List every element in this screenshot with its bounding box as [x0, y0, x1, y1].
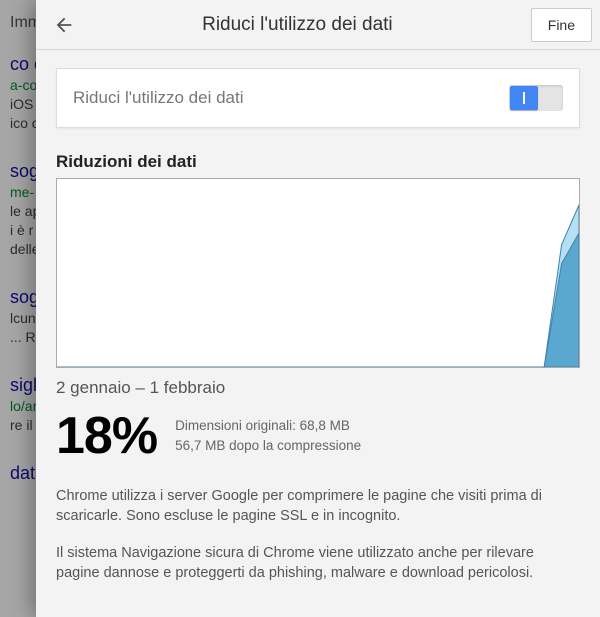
reduce-data-toggle-row: Riduci l'utilizzo dei dati: [56, 68, 580, 128]
percent-row: 18% Dimensioni originali: 68,8 MB 56,7 M…: [56, 406, 580, 466]
panel-content: Riduci l'utilizzo dei dati Riduzioni dei…: [36, 50, 600, 617]
date-range: 2 gennaio – 1 febbraio: [56, 378, 580, 398]
percent-saved: 18%: [56, 406, 157, 466]
switch-knob: [510, 86, 538, 110]
data-reduction-chart: [56, 178, 580, 368]
reduce-data-label: Riduci l'utilizzo dei dati: [73, 88, 244, 108]
done-button[interactable]: Fine: [531, 8, 592, 42]
original-size: Dimensioni originali: 68,8 MB: [175, 416, 361, 436]
description-paragraph-2: Il sistema Navigazione sicura di Chrome …: [56, 543, 580, 584]
size-stats: Dimensioni originali: 68,8 MB 56,7 MB do…: [175, 416, 361, 455]
compressed-size: 56,7 MB dopo la compressione: [175, 436, 361, 456]
section-title: Riduzioni dei dati: [56, 152, 580, 172]
chart-svg: [57, 179, 579, 367]
panel-title: Riduci l'utilizzo dei dati: [64, 14, 531, 36]
settings-panel: Riduci l'utilizzo dei dati Fine Riduci l…: [36, 0, 600, 617]
reduce-data-switch[interactable]: [509, 85, 563, 111]
description-paragraph-1: Chrome utilizza i server Google per comp…: [56, 486, 580, 527]
panel-header: Riduci l'utilizzo dei dati Fine: [36, 0, 600, 50]
